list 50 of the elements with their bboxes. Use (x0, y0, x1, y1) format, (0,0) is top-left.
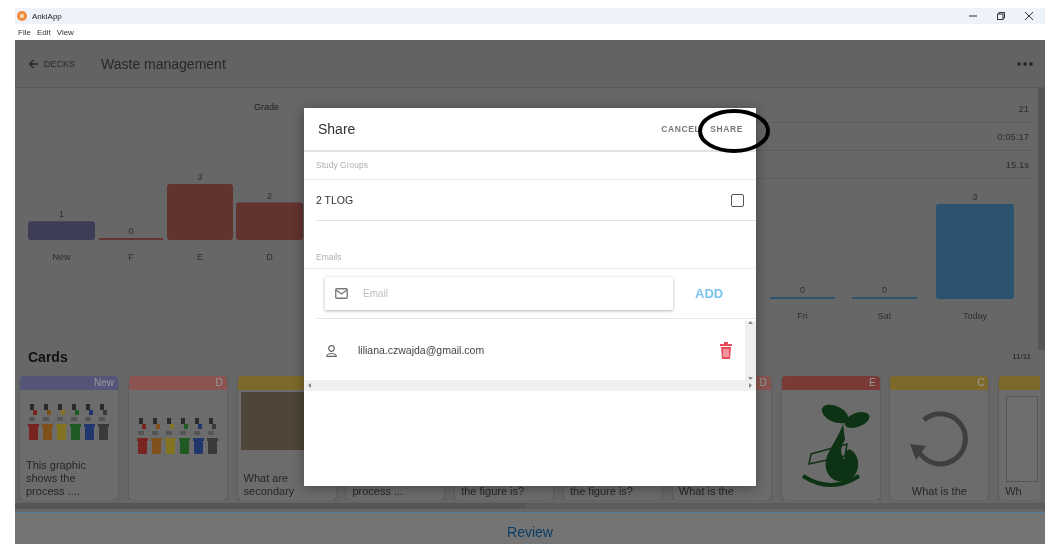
add-button[interactable]: ADD (693, 284, 726, 303)
checkbox[interactable] (731, 193, 744, 207)
menu-item[interactable]: Edit (36, 27, 51, 37)
menu-item[interactable]: File (18, 27, 31, 37)
card-text: Wh (1004, 485, 1023, 498)
card-tile[interactable]: E (781, 376, 880, 500)
card-text: What are secondary (242, 472, 296, 498)
scroll-left-icon[interactable] (308, 383, 311, 388)
card-tile[interactable]: C What is the (890, 376, 989, 500)
section-title: Cards (28, 348, 68, 365)
card-tile[interactable]: Wh (999, 376, 1040, 500)
card-grade-label: C (977, 376, 985, 390)
card-grade-label: E (868, 376, 876, 390)
card-count: 11/11 (1012, 352, 1031, 361)
card-tile[interactable]: New This graphic shows the process .... (20, 376, 118, 500)
section-label: Emails (304, 248, 756, 269)
dialog-title: Share (318, 121, 357, 137)
card-grade-label: New (94, 376, 114, 390)
card-text: What is the (910, 485, 968, 498)
card-text: the figure is? (460, 485, 526, 498)
card-text: process ... (351, 485, 405, 498)
review-button[interactable]: Review (15, 512, 1045, 544)
scroll-up-icon[interactable] (748, 321, 753, 324)
study-group-name: 2 TLOG (316, 194, 355, 206)
email-field[interactable]: Email (325, 277, 673, 310)
app-logo-icon (17, 11, 27, 21)
chart-bar (236, 202, 303, 240)
trash-icon[interactable] (719, 342, 733, 359)
close-icon[interactable] (1025, 12, 1033, 20)
card-text: This graphic shows the process .... (25, 459, 87, 498)
menu-item[interactable]: View (56, 27, 74, 37)
chart-bar (28, 221, 95, 240)
grade-label: Grade (254, 102, 279, 112)
deck-title: Waste management (101, 55, 227, 72)
card-grade-label: D (215, 376, 223, 390)
more-icon[interactable] (1017, 61, 1033, 66)
window-title: AnkiApp (32, 11, 63, 21)
back-arrow-icon (28, 58, 39, 69)
section-label: Study Groups (304, 152, 756, 180)
envelope-icon (335, 288, 348, 299)
card-text: What is the (677, 485, 735, 498)
chart-bar (167, 183, 233, 240)
scroll-right-icon[interactable] (749, 383, 752, 388)
card-grade-label: D (759, 376, 767, 390)
study-group-row[interactable]: 2 TLOG (316, 180, 756, 221)
person-icon (326, 344, 337, 357)
card-tile[interactable]: D (128, 376, 227, 500)
restore-icon[interactable] (997, 12, 1005, 20)
card-text: the figure is? (569, 485, 634, 498)
minimize-icon[interactable] (969, 12, 977, 20)
